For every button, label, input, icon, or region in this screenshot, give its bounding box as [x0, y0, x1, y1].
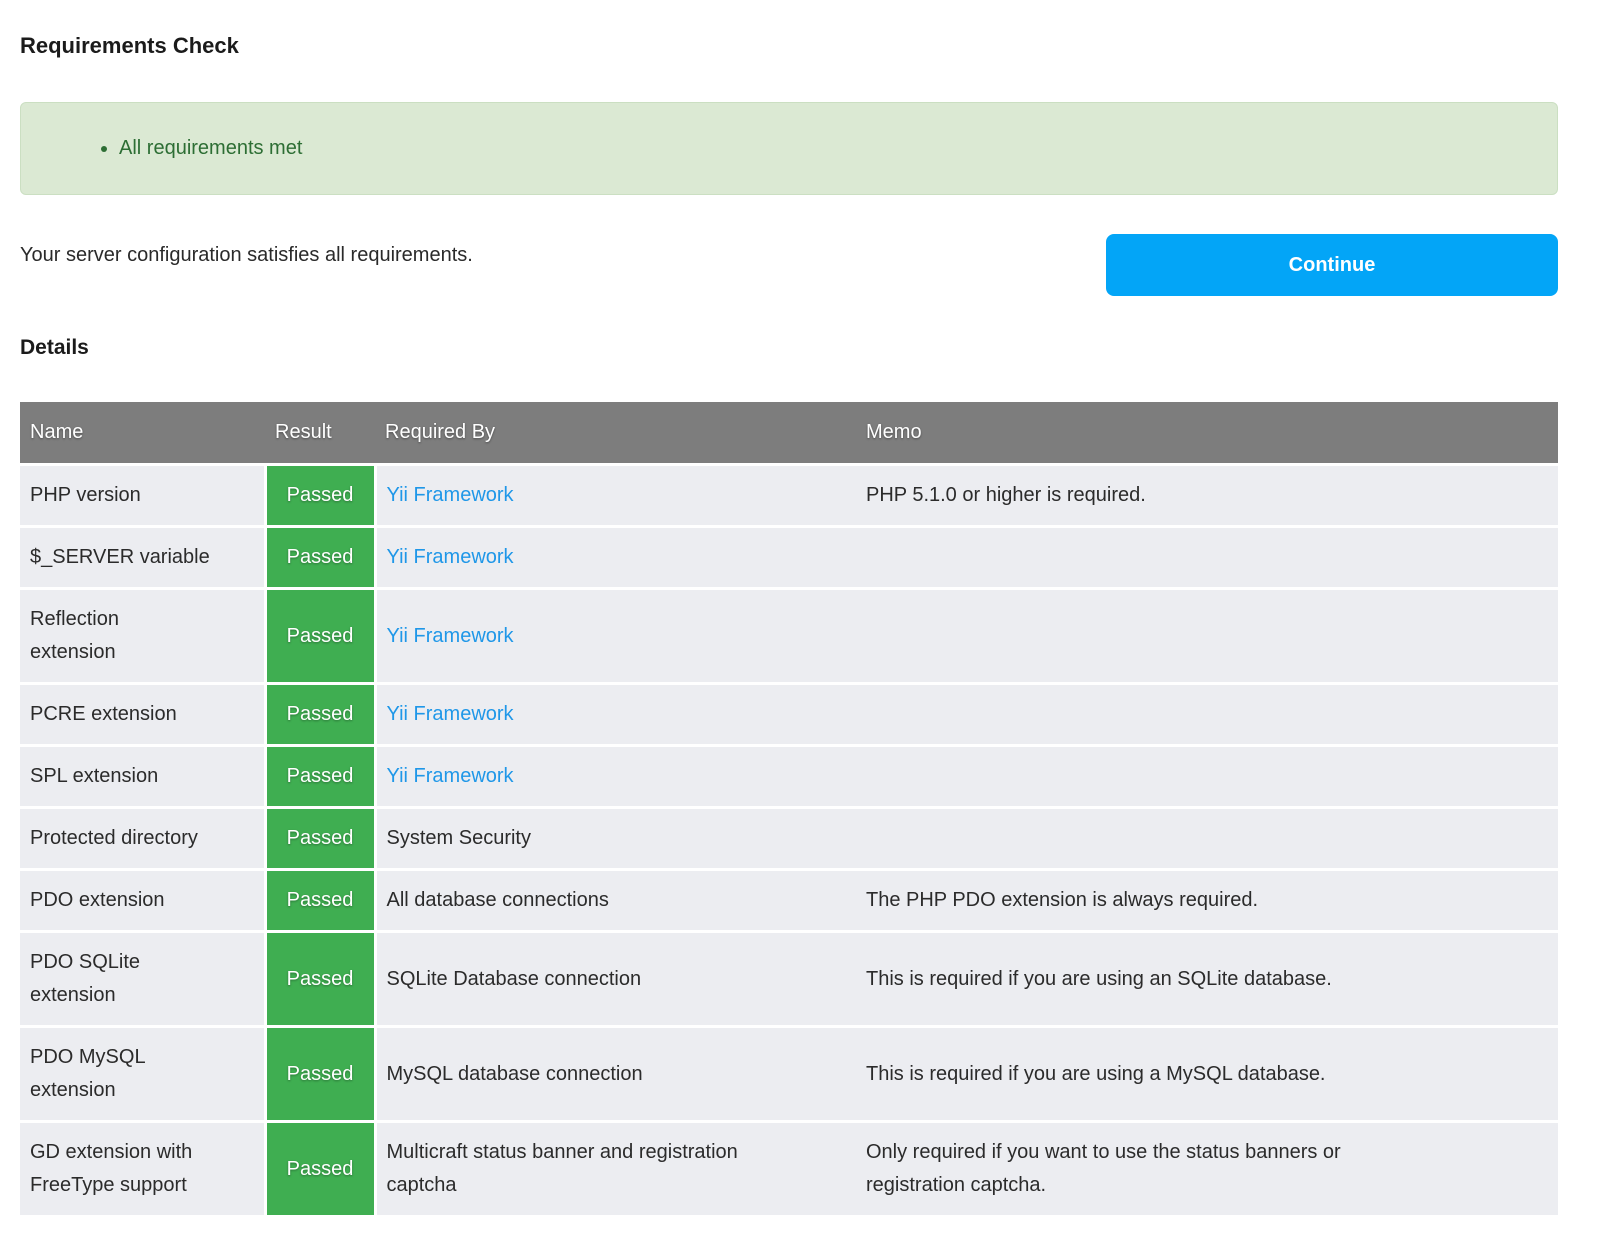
memo-cell: PHP 5.1.0 or higher is required. [856, 465, 1558, 527]
table-row: PDO extension Passed All database connecti… [20, 870, 1558, 932]
page-title: Requirements Check [20, 33, 1558, 58]
table-row: $_SERVER variable Passed Yii Framework [20, 527, 1558, 589]
required-by-text: Multicraft status banner and registratio… [387, 1136, 787, 1202]
memo-cell: Only required if you want to use the sta… [856, 1122, 1558, 1217]
memo-cell [856, 746, 1558, 808]
column-header-required-by: Required By [375, 402, 856, 465]
requirement-name-cell: SPL extension [20, 746, 265, 808]
result-badge: Passed [265, 932, 375, 1027]
required-by-text: All database connections [387, 889, 609, 911]
column-header-memo: Memo [856, 402, 1558, 465]
table-row: PDO SQLite extension Passed SQLite Databas… [20, 932, 1558, 1027]
required-by-cell: SQLite Database connection [375, 932, 856, 1027]
table-header: Name Result Required By Memo [20, 402, 1558, 465]
required-by-text: System Security [387, 827, 531, 849]
requirement-name-cell: PDO extension [20, 870, 265, 932]
memo-text: This is required if you are using a MySQ… [866, 1063, 1326, 1085]
required-by-cell: Yii Framework [375, 684, 856, 746]
requirement-name: Protected directory [30, 827, 198, 849]
result-badge: Passed [265, 870, 375, 932]
required-by-cell: All database connections [375, 870, 856, 932]
required-by-link[interactable]: Yii Framework [387, 765, 514, 787]
requirement-name: PDO extension [30, 889, 165, 911]
result-badge: Passed [265, 1027, 375, 1122]
requirement-name: PDO SQLite extension [30, 946, 196, 1012]
alert-item: All requirements met [119, 132, 1537, 165]
requirement-name: PHP version [30, 484, 141, 506]
requirement-name: GD extension with FreeType support [30, 1136, 196, 1202]
success-alert: All requirements met [20, 102, 1558, 195]
memo-cell: The PHP PDO extension is always required… [856, 870, 1558, 932]
required-by-cell: System Security [375, 808, 856, 870]
result-badge: Passed [265, 465, 375, 527]
required-by-link[interactable]: Yii Framework [387, 484, 514, 506]
requirement-name-cell: Reflection extension [20, 589, 265, 684]
table-row: PCRE extension Passed Yii Framework [20, 684, 1558, 746]
requirements-table-body: PHP version Passed Yii Framework PHP 5.1.0 … [20, 465, 1558, 1217]
memo-cell [856, 589, 1558, 684]
table-header-row: Name Result Required By Memo [20, 402, 1558, 465]
continue-button[interactable]: Continue [1106, 234, 1558, 296]
result-badge: Passed [265, 1122, 375, 1217]
requirement-name-cell: GD extension with FreeType support [20, 1122, 265, 1217]
result-badge: Passed [265, 527, 375, 589]
table-row: Reflection extension Passed Yii Framework [20, 589, 1558, 684]
required-by-link[interactable]: Yii Framework [387, 703, 514, 725]
required-by-cell: MySQL database connection [375, 1027, 856, 1122]
memo-text: PHP 5.1.0 or higher is required. [866, 484, 1146, 506]
required-by-text: SQLite Database connection [387, 968, 642, 990]
memo-text: This is required if you are using an SQL… [866, 968, 1332, 990]
memo-cell [856, 808, 1558, 870]
result-badge: Passed [265, 589, 375, 684]
alert-list: All requirements met [41, 132, 1537, 165]
requirements-page: Requirements Check All requirements met … [20, 0, 1558, 1218]
requirement-name: PCRE extension [30, 703, 177, 725]
table-row: PHP version Passed Yii Framework PHP 5.1.0 … [20, 465, 1558, 527]
requirement-name-cell: PDO SQLite extension [20, 932, 265, 1027]
requirement-name: SPL extension [30, 765, 158, 787]
requirement-name: PDO MySQL extension [30, 1041, 196, 1107]
result-badge: Passed [265, 808, 375, 870]
required-by-cell: Multicraft status banner and registratio… [375, 1122, 856, 1217]
memo-cell [856, 684, 1558, 746]
summary-text: Your server configuration satisfies all … [20, 241, 473, 269]
requirement-name-cell: PCRE extension [20, 684, 265, 746]
requirement-name-cell: $_SERVER variable [20, 527, 265, 589]
required-by-link[interactable]: Yii Framework [387, 625, 514, 647]
memo-text: The PHP PDO extension is always required… [866, 889, 1258, 911]
memo-text: Only required if you want to use the sta… [866, 1136, 1386, 1202]
requirement-name: $_SERVER variable [30, 546, 210, 568]
memo-cell: This is required if you are using an SQL… [856, 932, 1558, 1027]
requirement-name-cell: PHP version [20, 465, 265, 527]
table-row: SPL extension Passed Yii Framework [20, 746, 1558, 808]
required-by-cell: Yii Framework [375, 746, 856, 808]
table-row: Protected directory Passed System Security [20, 808, 1558, 870]
required-by-cell: Yii Framework [375, 527, 856, 589]
required-by-cell: Yii Framework [375, 465, 856, 527]
requirement-name: Reflection extension [30, 603, 196, 669]
column-header-name: Name [20, 402, 265, 465]
table-row: GD extension with FreeType support Passed… [20, 1122, 1558, 1217]
table-row: PDO MySQL extension Passed MySQL database … [20, 1027, 1558, 1122]
details-title: Details [20, 335, 1558, 360]
action-row: Your server configuration satisfies all … [20, 234, 1558, 296]
memo-cell [856, 527, 1558, 589]
memo-cell: This is required if you are using a MySQ… [856, 1027, 1558, 1122]
result-badge: Passed [265, 684, 375, 746]
requirements-table: Name Result Required By Memo PHP version… [20, 402, 1558, 1218]
requirement-name-cell: PDO MySQL extension [20, 1027, 265, 1122]
column-header-result: Result [265, 402, 375, 465]
required-by-link[interactable]: Yii Framework [387, 546, 514, 568]
requirement-name-cell: Protected directory [20, 808, 265, 870]
required-by-cell: Yii Framework [375, 589, 856, 684]
result-badge: Passed [265, 746, 375, 808]
required-by-text: MySQL database connection [387, 1063, 643, 1085]
